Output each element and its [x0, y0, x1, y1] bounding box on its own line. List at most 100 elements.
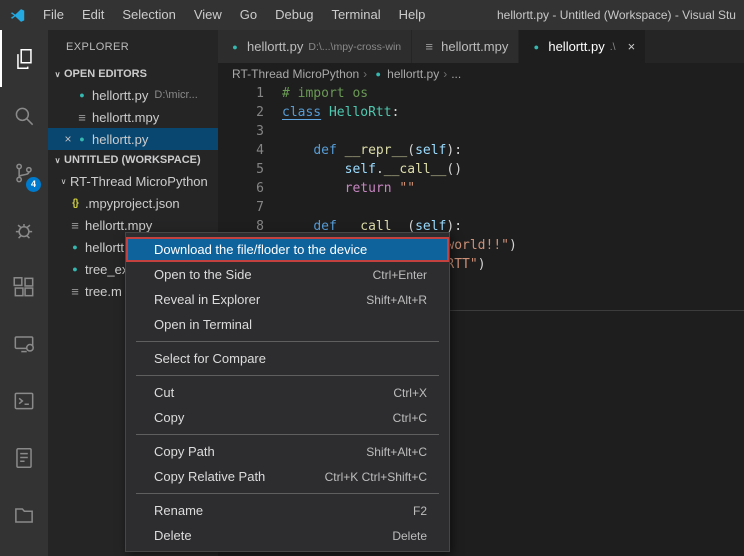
close-icon[interactable]: ×: [61, 132, 75, 146]
menu-item-label: Copy Relative Path: [154, 469, 265, 484]
file-icon-py: ●: [75, 134, 89, 144]
menu-shortcut: Ctrl+X: [393, 386, 427, 400]
code-line: 3: [218, 122, 744, 141]
menubar-item-terminal[interactable]: Terminal: [322, 0, 389, 30]
menu-item-label: Copy Path: [154, 444, 215, 459]
menu-shortcut: Ctrl+K Ctrl+Shift+C: [325, 470, 427, 484]
tree-item-label: .mpyproject.json: [85, 196, 180, 211]
breadcrumb-label: hellortt.py: [387, 67, 439, 81]
menu-item-label: Delete: [154, 528, 192, 543]
open-editor-hellortt-mpy[interactable]: ≡hellortt.mpy: [48, 106, 218, 128]
open-editor-label: hellortt.py: [92, 88, 148, 103]
open-editors-list: ●hellortt.pyD:\micr...≡hellortt.mpy×●hel…: [48, 84, 218, 150]
tab-close-icon[interactable]: ×: [628, 39, 636, 54]
menu-item-label: Open to the Side: [154, 267, 252, 282]
menubar-item-edit[interactable]: Edit: [73, 0, 113, 30]
activity-folder-icon[interactable]: [0, 486, 48, 543]
activity-extensions-icon[interactable]: [0, 258, 48, 315]
file-icon-py: ●: [228, 42, 242, 52]
menu-item-label: Open in Terminal: [154, 317, 252, 332]
open-editor-label: hellortt.mpy: [92, 110, 159, 125]
breadcrumb-separator: ›: [363, 67, 367, 81]
code-text: self.__call__(): [282, 160, 462, 179]
editor-tab-hellortt-py-d-mpy-cross-win[interactable]: ● hellortt.py D:\...\mpy-cross-win: [218, 30, 411, 63]
menubar-item-go[interactable]: Go: [231, 0, 266, 30]
context-menu-separator: [136, 493, 439, 494]
menu-bar: FileEditSelectionViewGoDebugTerminalHelp: [34, 0, 434, 30]
line-number: 4: [218, 141, 282, 160]
menu-shortcut: Ctrl+C: [393, 411, 427, 425]
activity-bar: 4: [0, 30, 48, 556]
file-icon-mpy: ≡: [75, 110, 89, 125]
context-menu-separator: [136, 375, 439, 376]
breadcrumb-item-rt-thread-micropython[interactable]: RT-Thread MicroPython: [232, 67, 359, 81]
breadcrumb-separator: ›: [443, 67, 447, 81]
context-menu-item-open-in-terminal[interactable]: Open in Terminal: [126, 312, 449, 337]
context-menu-item-copy[interactable]: CopyCtrl+C: [126, 405, 449, 430]
open-editor-detail: D:\micr...: [154, 89, 197, 101]
context-menu-item-select-for-compare[interactable]: Select for Compare: [126, 346, 449, 371]
code-text: def __repr__(self):: [282, 141, 462, 160]
menubar-item-selection[interactable]: Selection: [113, 0, 184, 30]
context-menu-separator: [136, 434, 439, 435]
file-icon-py: ●: [68, 264, 82, 274]
menu-shortcut: Delete: [392, 529, 427, 543]
activity-debug-icon[interactable]: [0, 201, 48, 258]
chevron-down-icon: ∨: [51, 156, 64, 165]
workspace-label: UNTITLED (WORKSPACE): [64, 154, 201, 166]
context-menu-item-open-to-the-side[interactable]: Open to the SideCtrl+Enter: [126, 262, 449, 287]
chevron-down-icon: ∨: [51, 70, 64, 79]
breadcrumb-item-item[interactable]: ...: [451, 67, 461, 81]
breadcrumb-item-hellortt-py[interactable]: ●hellortt.py: [371, 67, 439, 81]
activity-output-icon[interactable]: [0, 429, 48, 486]
context-menu-item-copy-relative-path[interactable]: Copy Relative Path Ctrl+K Ctrl+Shift+C: [126, 464, 449, 489]
tab-detail: D:\...\mpy-cross-win: [308, 41, 401, 53]
menubar-item-view[interactable]: View: [185, 0, 231, 30]
context-menu-item-reveal-in-explorer[interactable]: Reveal in ExplorerShift+Alt+R: [126, 287, 449, 312]
activity-source-control-icon[interactable]: 4: [0, 144, 48, 201]
file-icon-py: ●: [371, 69, 385, 79]
context-menu-item-cut[interactable]: Cut Ctrl+X: [126, 380, 449, 405]
code-line: 2class HelloRtt:: [218, 103, 744, 122]
code-text: # import os: [282, 84, 368, 103]
line-number: 6: [218, 179, 282, 198]
line-number: 5: [218, 160, 282, 179]
code-line: 5 self.__call__(): [218, 160, 744, 179]
tree-item-label: tree.m: [85, 284, 122, 299]
open-editors-header[interactable]: ∨ OPEN EDITORS: [48, 64, 218, 84]
menubar-item-file[interactable]: File: [34, 0, 73, 30]
menubar-item-help[interactable]: Help: [390, 0, 435, 30]
activity-remote-device-icon[interactable]: [0, 315, 48, 372]
activity-terminal-icon[interactable]: [0, 372, 48, 429]
context-menu-item-copy-path[interactable]: Copy PathShift+Alt+C: [126, 439, 449, 464]
window-title: hellortt.py - Untitled (Workspace) - Vis…: [497, 0, 744, 30]
line-number: 1: [218, 84, 282, 103]
tree-item-mpyproject-json[interactable]: {}.mpyproject.json: [48, 192, 218, 214]
activity-explorer-icon[interactable]: [0, 30, 48, 87]
menu-item-label: Download the file/floder to the device: [154, 242, 367, 257]
tree-item-label: hellortt.mpy: [85, 218, 152, 233]
context-menu-item-download-the-file-floder-to-the-device[interactable]: Download the file/floder to the device: [126, 237, 449, 262]
menu-shortcut: Shift+Alt+R: [366, 293, 427, 307]
tree-item-label: tree_ex: [85, 262, 128, 277]
tab-label: hellortt.mpy: [441, 39, 508, 54]
editor-tab-hellortt-py[interactable]: ●hellortt.py.\×: [519, 30, 645, 63]
editor-tab-hellortt-mpy[interactable]: ≡hellortt.mpy: [412, 30, 518, 63]
line-number: 3: [218, 122, 282, 141]
code-line: 4 def __repr__(self):: [218, 141, 744, 160]
activity-search-icon[interactable]: [0, 87, 48, 144]
menubar-item-debug[interactable]: Debug: [266, 0, 322, 30]
context-menu-item-delete[interactable]: Delete Delete: [126, 523, 449, 548]
open-editor-hellortt-py[interactable]: ●hellortt.pyD:\micr...: [48, 84, 218, 106]
workspace-header[interactable]: ∨ UNTITLED (WORKSPACE): [48, 150, 218, 170]
title-bar: FileEditSelectionViewGoDebugTerminalHelp…: [0, 0, 744, 30]
menu-item-label: Cut: [154, 385, 174, 400]
open-editor-hellortt-py[interactable]: ×●hellortt.py: [48, 128, 218, 150]
tab-label: hellortt.py: [247, 39, 303, 54]
sidebar-title: EXPLORER: [48, 30, 218, 64]
folder-rt-thread-micropython[interactable]: ∨ RT-Thread MicroPython: [48, 170, 218, 192]
context-menu-item-rename[interactable]: RenameF2: [126, 498, 449, 523]
code-text: class HelloRtt:: [282, 103, 399, 122]
tab-detail: .\: [610, 41, 616, 53]
context-menu: Download the file/floder to the device Op…: [125, 232, 450, 552]
